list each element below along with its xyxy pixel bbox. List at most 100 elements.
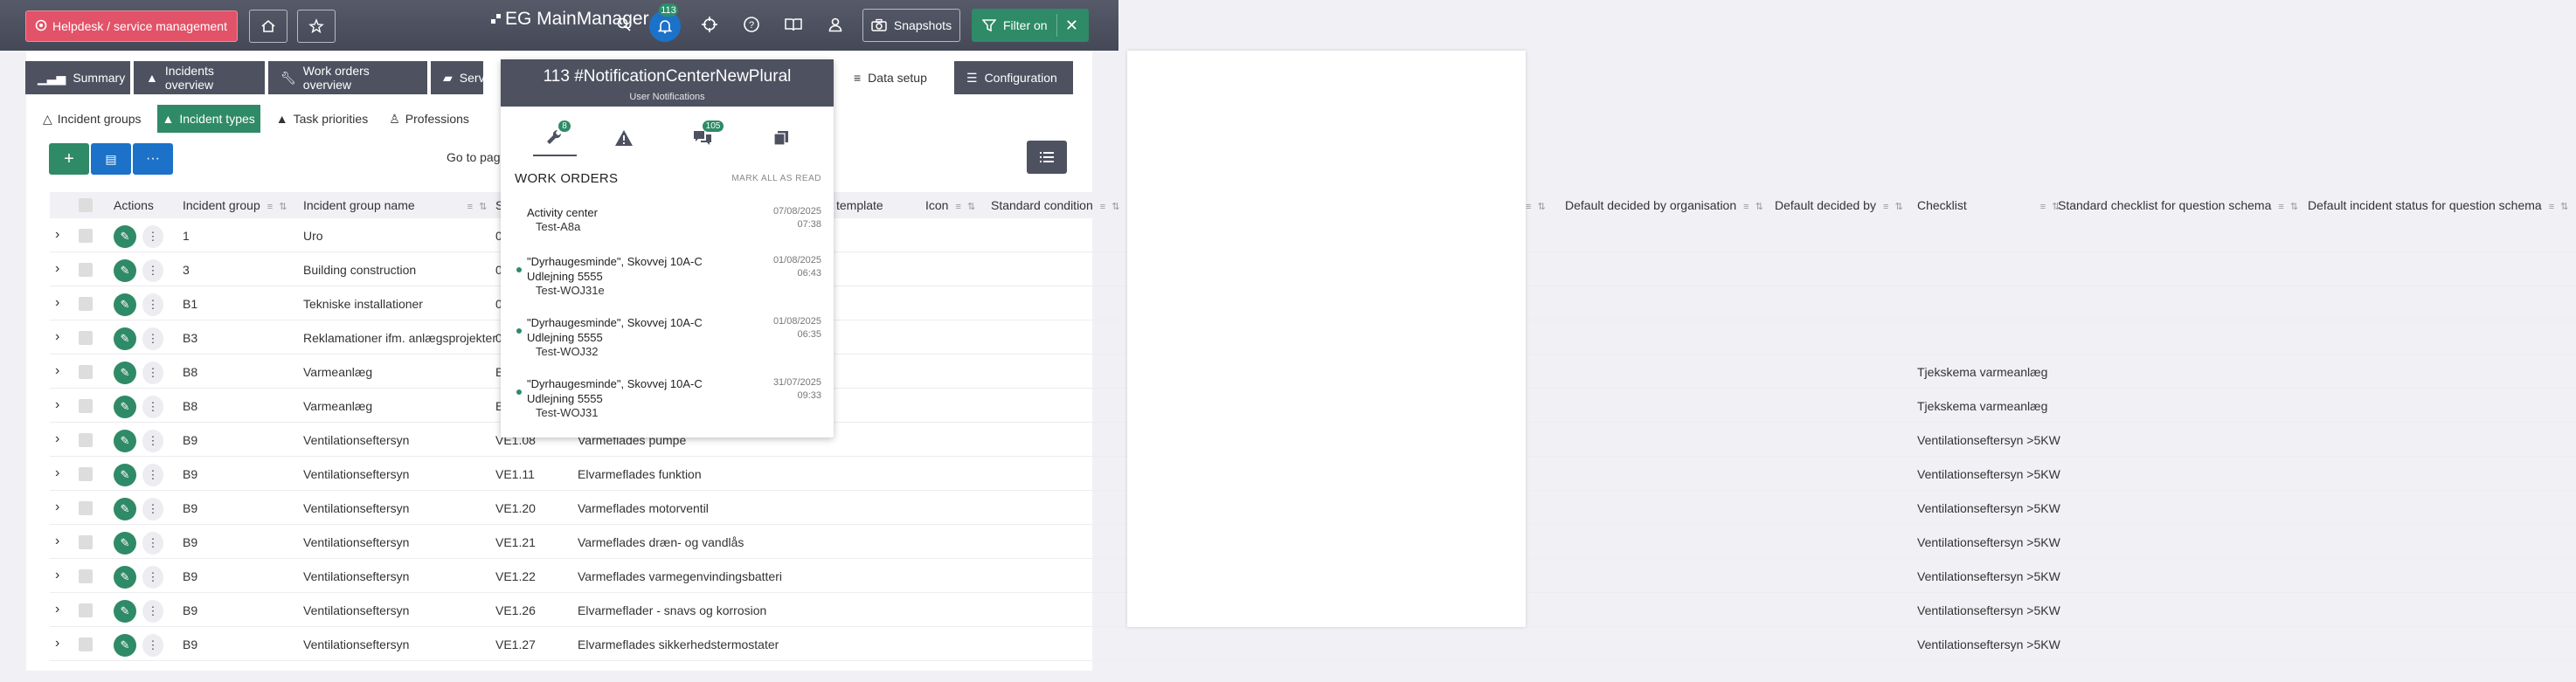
header-default-by-org[interactable]: Default decided by organisation ≡ ⇅ bbox=[1565, 198, 1765, 212]
row-checkbox[interactable] bbox=[79, 501, 93, 515]
row-checkbox[interactable] bbox=[79, 297, 93, 311]
expand-chevron-icon[interactable]: › bbox=[55, 397, 59, 413]
subtab-incident-types[interactable]: ▲ Incident types bbox=[156, 105, 260, 133]
row-menu-button[interactable]: ⋮ bbox=[142, 327, 163, 350]
sort-icon[interactable]: ≡ ⇅ bbox=[267, 202, 289, 212]
row-checkbox[interactable] bbox=[79, 365, 93, 379]
tab-work-orders-overview[interactable]: 🔧︎ Work orders overview bbox=[268, 61, 427, 94]
row-menu-button[interactable]: ⋮ bbox=[142, 225, 163, 248]
select-all-checkbox[interactable] bbox=[79, 198, 93, 212]
header-incident-group-name[interactable]: Incident group name ≡ ⇅ bbox=[303, 198, 488, 212]
row-menu-button[interactable]: ⋮ bbox=[142, 362, 163, 384]
subtab-task-priorities[interactable]: ▲ Task priorities bbox=[271, 105, 373, 133]
sort-icon[interactable]: ≡ ⇅ bbox=[467, 202, 489, 212]
tab-service[interactable]: ▰ Serv bbox=[431, 61, 485, 94]
edit-button[interactable]: ✎ bbox=[114, 566, 136, 589]
row-menu-button[interactable]: ⋮ bbox=[142, 259, 163, 282]
edit-button[interactable]: ✎ bbox=[114, 327, 136, 350]
sort-icon[interactable]: ≡ ⇅ bbox=[1883, 202, 1905, 212]
target-button[interactable] bbox=[697, 12, 722, 37]
edit-button[interactable]: ✎ bbox=[114, 430, 136, 452]
sort-icon[interactable]: ≡ ⇅ bbox=[2549, 202, 2571, 212]
row-checkbox[interactable] bbox=[79, 229, 93, 243]
row-menu-button[interactable]: ⋮ bbox=[142, 396, 163, 418]
expand-chevron-icon[interactable]: › bbox=[55, 534, 59, 549]
edit-button[interactable]: ✎ bbox=[114, 293, 136, 316]
edit-button[interactable]: ✎ bbox=[114, 225, 136, 248]
favorites-button[interactable] bbox=[297, 10, 336, 43]
tab-data-setup[interactable]: ≡ Data setup bbox=[841, 61, 943, 94]
row-checkbox[interactable] bbox=[79, 331, 93, 345]
edit-button[interactable]: ✎ bbox=[114, 600, 136, 623]
row-menu-button[interactable]: ⋮ bbox=[142, 498, 163, 520]
more-actions-button[interactable]: ··· bbox=[133, 143, 173, 175]
helpdesk-button[interactable]: Helpdesk / service management bbox=[25, 10, 238, 42]
tab-summary[interactable]: ▁▃▅ Summary bbox=[25, 61, 130, 94]
edit-button[interactable]: ✎ bbox=[114, 498, 136, 520]
row-menu-button[interactable]: ⋮ bbox=[142, 566, 163, 589]
notification-item[interactable]: "Dyrhaugesminde", Skovvej 10A-C Udlejnin… bbox=[501, 376, 834, 437]
user-button[interactable] bbox=[823, 12, 848, 37]
row-menu-button[interactable]: ⋮ bbox=[142, 634, 163, 657]
expand-chevron-icon[interactable]: › bbox=[55, 636, 59, 651]
expand-chevron-icon[interactable]: › bbox=[55, 329, 59, 345]
sort-icon[interactable]: ≡ ⇅ bbox=[1526, 198, 1548, 212]
header-std-checklist[interactable]: Standard checklist for question schema ≡ … bbox=[2058, 198, 2300, 212]
edit-button[interactable]: ✎ bbox=[114, 362, 136, 384]
docs-button[interactable] bbox=[781, 12, 806, 37]
sort-icon[interactable]: ≡ ⇅ bbox=[1743, 202, 1765, 212]
sort-icon[interactable]: ≡ ⇅ bbox=[1100, 202, 1122, 212]
expand-chevron-icon[interactable]: › bbox=[55, 431, 59, 447]
header-default-status[interactable]: Default incident status for question sch… bbox=[2308, 198, 2570, 212]
sort-icon[interactable]: ≡ ⇅ bbox=[955, 202, 977, 212]
row-checkbox[interactable] bbox=[79, 569, 93, 583]
tab-incidents-overview[interactable]: ▲ Incidents overview bbox=[134, 61, 265, 94]
row-menu-button[interactable]: ⋮ bbox=[142, 293, 163, 316]
subtab-professions[interactable]: ♙ Professions bbox=[384, 105, 474, 133]
expand-chevron-icon[interactable]: › bbox=[55, 261, 59, 277]
home-button[interactable] bbox=[249, 10, 287, 43]
notification-item[interactable]: "Dyrhaugesminde", Skovvej 10A-C Udlejnin… bbox=[501, 254, 834, 315]
header-checklist[interactable]: Checklist ≡ ⇅ bbox=[1917, 198, 2062, 212]
search-button[interactable] bbox=[612, 12, 636, 37]
header-incident-group[interactable]: Incident group ≡ ⇅ bbox=[183, 198, 288, 212]
row-checkbox[interactable] bbox=[79, 399, 93, 413]
row-menu-button[interactable]: ⋮ bbox=[142, 464, 163, 486]
help-button[interactable]: ? bbox=[739, 12, 764, 37]
header-standard-condition[interactable]: Standard condition ≡ ⇅ bbox=[991, 198, 1121, 212]
edit-button[interactable]: ✎ bbox=[114, 634, 136, 657]
header-icon[interactable]: Icon ≡ ⇅ bbox=[925, 198, 977, 212]
add-button[interactable]: + bbox=[49, 143, 89, 175]
mark-all-read-link[interactable]: MARK ALL AS READ bbox=[731, 174, 821, 183]
snapshots-button[interactable]: Snapshots bbox=[862, 9, 960, 42]
column-chooser-button[interactable] bbox=[1027, 141, 1067, 174]
expand-chevron-icon[interactable]: › bbox=[55, 363, 59, 379]
table-row[interactable]: › ✎ ⋮ B9 Ventilationseftersyn VE1.27 Elvarmefl… bbox=[50, 627, 2576, 661]
edit-button[interactable]: ✎ bbox=[114, 532, 136, 555]
edit-button[interactable]: ✎ bbox=[114, 464, 136, 486]
edit-button[interactable]: ✎ bbox=[114, 396, 136, 418]
row-checkbox[interactable] bbox=[79, 467, 93, 481]
row-checkbox[interactable] bbox=[79, 263, 93, 277]
edit-button[interactable]: ✎ bbox=[114, 259, 136, 282]
row-checkbox[interactable] bbox=[79, 433, 93, 447]
sort-icon[interactable]: ≡ ⇅ bbox=[2278, 202, 2300, 212]
expand-chevron-icon[interactable]: › bbox=[55, 465, 59, 481]
expand-chevron-icon[interactable]: › bbox=[55, 568, 59, 583]
export-button[interactable]: ▤ bbox=[91, 143, 131, 175]
tab-configuration[interactable]: ☰ Configuration bbox=[954, 61, 1073, 94]
tab-copy-notifications[interactable] bbox=[769, 126, 793, 150]
expand-chevron-icon[interactable]: › bbox=[55, 602, 59, 617]
subtab-incident-groups[interactable]: △ Incident groups bbox=[38, 105, 147, 133]
row-menu-button[interactable]: ⋮ bbox=[142, 600, 163, 623]
filter-button[interactable]: Filter on ✕ bbox=[972, 9, 1089, 42]
row-menu-button[interactable]: ⋮ bbox=[142, 430, 163, 452]
header-default-by[interactable]: Default decided by ≡ ⇅ bbox=[1775, 198, 1905, 212]
row-menu-button[interactable]: ⋮ bbox=[142, 532, 163, 555]
expand-chevron-icon[interactable]: › bbox=[55, 295, 59, 311]
clear-filter-icon[interactable]: ✕ bbox=[1065, 17, 1078, 35]
tab-incident-notifications[interactable] bbox=[612, 126, 636, 150]
expand-chevron-icon[interactable]: › bbox=[55, 227, 59, 243]
expand-chevron-icon[interactable]: › bbox=[55, 499, 59, 515]
row-checkbox[interactable] bbox=[79, 603, 93, 617]
